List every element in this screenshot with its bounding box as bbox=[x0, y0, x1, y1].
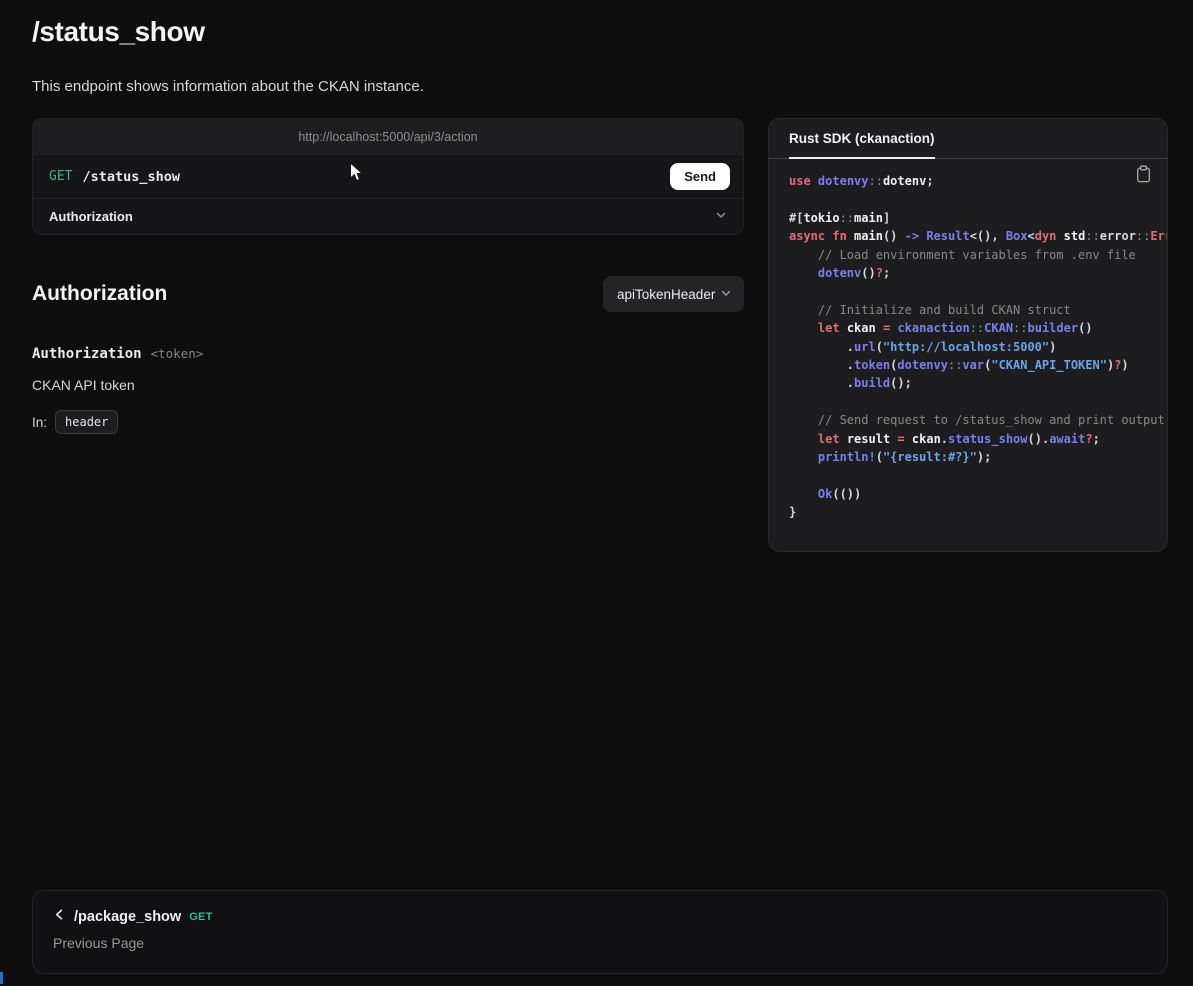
auth-param-token-placeholder: <token> bbox=[151, 346, 204, 361]
auth-in-row: In: header bbox=[32, 410, 118, 434]
authorization-section-heading: Authorization bbox=[32, 282, 167, 306]
request-row: GET /status_show Send bbox=[33, 155, 743, 198]
auth-param-name: Authorization bbox=[32, 346, 142, 362]
previous-page-label: Previous Page bbox=[53, 935, 1147, 951]
base-url-text: http://localhost:5000/api/3/action bbox=[298, 130, 477, 144]
endpoint-description: This endpoint shows information about th… bbox=[32, 78, 424, 95]
in-value-badge: header bbox=[55, 410, 118, 434]
auth-scheme-selected: apiTokenHeader bbox=[617, 287, 715, 302]
tab-rust-sdk[interactable]: Rust SDK (ckanaction) bbox=[789, 119, 935, 159]
previous-page-link[interactable]: /package_show GET Previous Page bbox=[32, 890, 1168, 974]
previous-page-method: GET bbox=[189, 911, 213, 923]
auth-param-line: Authorization <token> bbox=[32, 346, 203, 362]
authorization-row-label: Authorization bbox=[49, 209, 133, 224]
code-panel-tabs: Rust SDK (ckanaction) bbox=[769, 119, 1167, 159]
focus-indicator-bar bbox=[0, 972, 3, 984]
code-block: use dotenvy::dotenv; #[tokio::main]async… bbox=[769, 159, 1167, 551]
previous-page-title: /package_show bbox=[74, 909, 181, 925]
auth-scheme-dropdown[interactable]: apiTokenHeader bbox=[603, 276, 744, 312]
chevron-down-icon bbox=[720, 287, 732, 302]
auth-param-description: CKAN API token bbox=[32, 377, 135, 393]
authorization-collapsible-row[interactable]: Authorization bbox=[33, 198, 743, 234]
send-button[interactable]: Send bbox=[670, 163, 730, 190]
in-label: In: bbox=[32, 415, 47, 430]
page-title: /status_show bbox=[32, 16, 205, 48]
request-card: http://localhost:5000/api/3/action GET /… bbox=[32, 118, 744, 235]
chevron-left-icon bbox=[53, 908, 66, 926]
base-url-bar: http://localhost:5000/api/3/action bbox=[33, 119, 743, 155]
code-example-panel: Rust SDK (ckanaction) use dotenvy::doten… bbox=[768, 118, 1168, 552]
http-method-label: GET bbox=[49, 169, 72, 184]
endpoint-path: /status_show bbox=[82, 169, 180, 185]
chevron-down-icon bbox=[715, 208, 727, 226]
